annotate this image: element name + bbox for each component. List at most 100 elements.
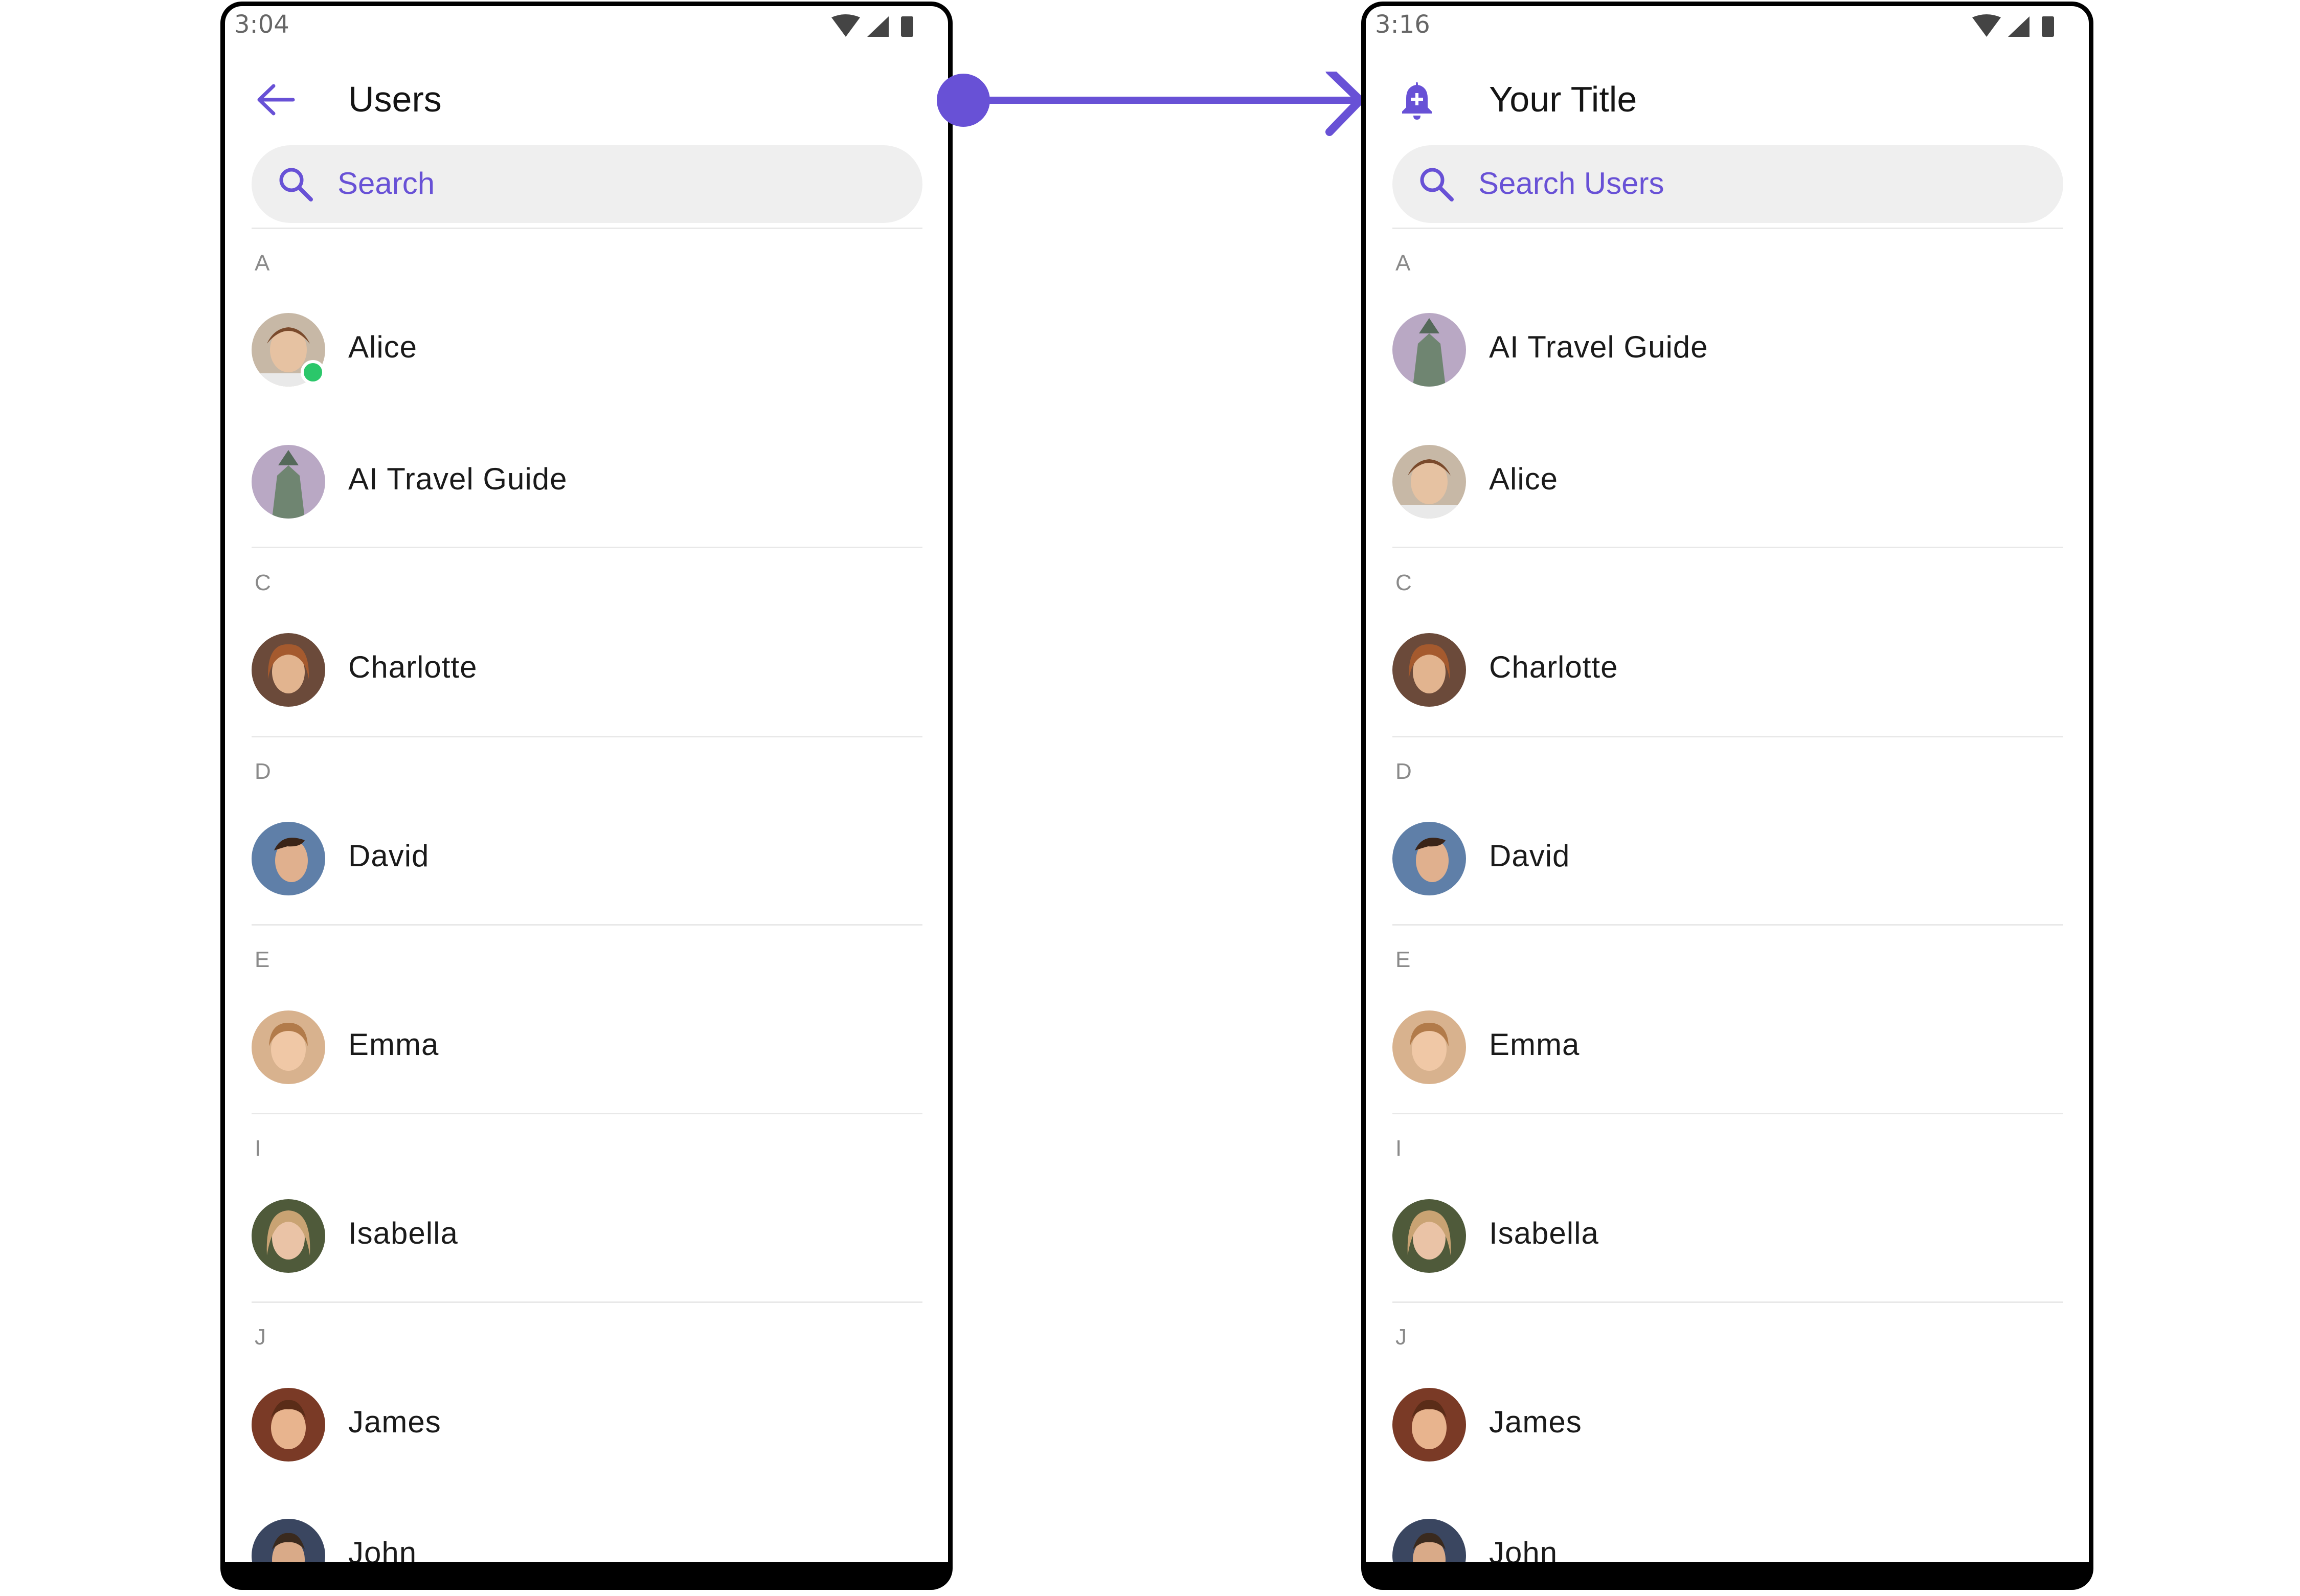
user-name: AI Travel Guide xyxy=(1489,330,1708,364)
status-bar: 3:04 xyxy=(225,6,948,43)
avatar xyxy=(1392,1199,1466,1273)
app-bar: Your Title xyxy=(1366,62,2089,139)
avatar xyxy=(1392,822,1466,895)
divider xyxy=(1392,924,2063,926)
section-header-d: D xyxy=(1395,759,1412,784)
section-header-a: A xyxy=(1395,251,1411,276)
divider xyxy=(252,1301,922,1303)
search-icon xyxy=(1417,165,1456,204)
battery-icon xyxy=(901,16,913,37)
search-icon xyxy=(276,165,315,204)
list-item-user[interactable]: Charlotte xyxy=(225,618,948,720)
page-title: Your Title xyxy=(1489,79,1637,119)
wifi-icon xyxy=(831,14,860,37)
transition-arrow xyxy=(937,72,1364,136)
avatar xyxy=(1392,1388,1466,1462)
avatar xyxy=(1392,1519,1466,1562)
signal-icon xyxy=(2008,16,2030,37)
phone-after: 3:16 Your Title Search Users A AI Travel… xyxy=(1361,2,2093,1590)
avatar xyxy=(1392,1010,1466,1084)
user-name: Charlotte xyxy=(1489,650,1618,684)
section-header-i: I xyxy=(255,1136,261,1161)
user-name: John xyxy=(348,1536,417,1570)
list-item-user[interactable]: Alice xyxy=(1366,430,2089,532)
avatar xyxy=(1392,313,1466,387)
section-header-c: C xyxy=(1395,570,1412,595)
avatar xyxy=(1392,445,1466,519)
page-title: Users xyxy=(348,79,442,119)
section-header-d: D xyxy=(255,759,271,784)
section-header-i: I xyxy=(1395,1136,1402,1161)
search-placeholder: Search Users xyxy=(1478,166,1664,200)
list-item-user[interactable]: James xyxy=(225,1373,948,1475)
user-name: Emma xyxy=(1489,1027,1580,1062)
home-indicator[interactable] xyxy=(1661,1578,1794,1582)
avatar xyxy=(1392,633,1466,707)
list-item-user[interactable]: John xyxy=(225,1503,948,1570)
app-bar: Users xyxy=(225,62,948,139)
wifi-icon xyxy=(1972,14,2001,37)
section-header-e: E xyxy=(255,947,270,972)
phone-before: 3:04 Users Search A Alice AI Travel Guid… xyxy=(220,2,953,1590)
user-name: Isabella xyxy=(348,1216,458,1250)
avatar xyxy=(252,1010,325,1084)
bell-plus-icon[interactable] xyxy=(1394,77,1440,123)
divider xyxy=(1392,736,2063,737)
user-name: Isabella xyxy=(1489,1216,1599,1250)
user-name: AI Travel Guide xyxy=(348,462,568,496)
avatar xyxy=(252,1519,325,1562)
status-time: 3:04 xyxy=(234,10,289,39)
arrow-start-dot xyxy=(937,74,990,127)
list-item-user[interactable]: Isabella xyxy=(225,1184,948,1286)
divider xyxy=(1392,1301,2063,1303)
section-header-e: E xyxy=(1395,947,1411,972)
user-name: Emma xyxy=(348,1027,439,1062)
battery-icon xyxy=(2042,16,2054,37)
status-bar: 3:16 xyxy=(1366,6,2089,43)
avatar xyxy=(252,445,325,519)
user-name: Alice xyxy=(1489,462,1559,496)
list-item-user[interactable]: Emma xyxy=(225,995,948,1097)
status-icons xyxy=(831,14,923,40)
divider xyxy=(252,1113,922,1114)
list-item-user[interactable]: David xyxy=(225,806,948,909)
back-arrow-icon[interactable] xyxy=(253,77,299,123)
divider xyxy=(252,924,922,926)
avatar xyxy=(252,633,325,707)
user-name: Charlotte xyxy=(348,650,478,684)
status-icons xyxy=(1972,14,2064,40)
divider xyxy=(252,228,922,229)
status-time: 3:16 xyxy=(1375,10,1430,39)
list-item-user[interactable]: Charlotte xyxy=(1366,618,2089,720)
section-header-j: J xyxy=(255,1324,266,1350)
search-placeholder: Search xyxy=(337,166,435,200)
divider xyxy=(1392,228,2063,229)
avatar xyxy=(252,1199,325,1273)
divider xyxy=(252,547,922,548)
section-header-a: A xyxy=(255,251,270,276)
avatar xyxy=(252,822,325,895)
divider xyxy=(1392,1113,2063,1114)
user-name: David xyxy=(348,839,430,873)
list-item-user[interactable]: AI Travel Guide xyxy=(225,430,948,532)
search-input[interactable]: Search xyxy=(252,145,922,223)
online-status-badge xyxy=(301,360,325,385)
user-name: David xyxy=(1489,839,1570,873)
divider xyxy=(252,736,922,737)
list-item-user[interactable]: Emma xyxy=(1366,995,2089,1097)
list-item-user[interactable]: James xyxy=(1366,1373,2089,1475)
list-item-user[interactable]: John xyxy=(1366,1503,2089,1570)
divider xyxy=(1392,547,2063,548)
user-name: John xyxy=(1489,1536,1558,1570)
list-item-user[interactable]: Alice xyxy=(225,298,948,400)
list-item-user[interactable]: AI Travel Guide xyxy=(1366,298,2089,400)
home-indicator[interactable] xyxy=(520,1578,653,1582)
signal-icon xyxy=(867,16,889,37)
list-item-user[interactable]: David xyxy=(1366,806,2089,909)
section-header-j: J xyxy=(1395,1324,1407,1350)
section-header-c: C xyxy=(255,570,271,595)
list-item-user[interactable]: Isabella xyxy=(1366,1184,2089,1286)
user-name: Alice xyxy=(348,330,418,364)
user-name: James xyxy=(1489,1405,1582,1439)
search-input[interactable]: Search Users xyxy=(1392,145,2063,223)
